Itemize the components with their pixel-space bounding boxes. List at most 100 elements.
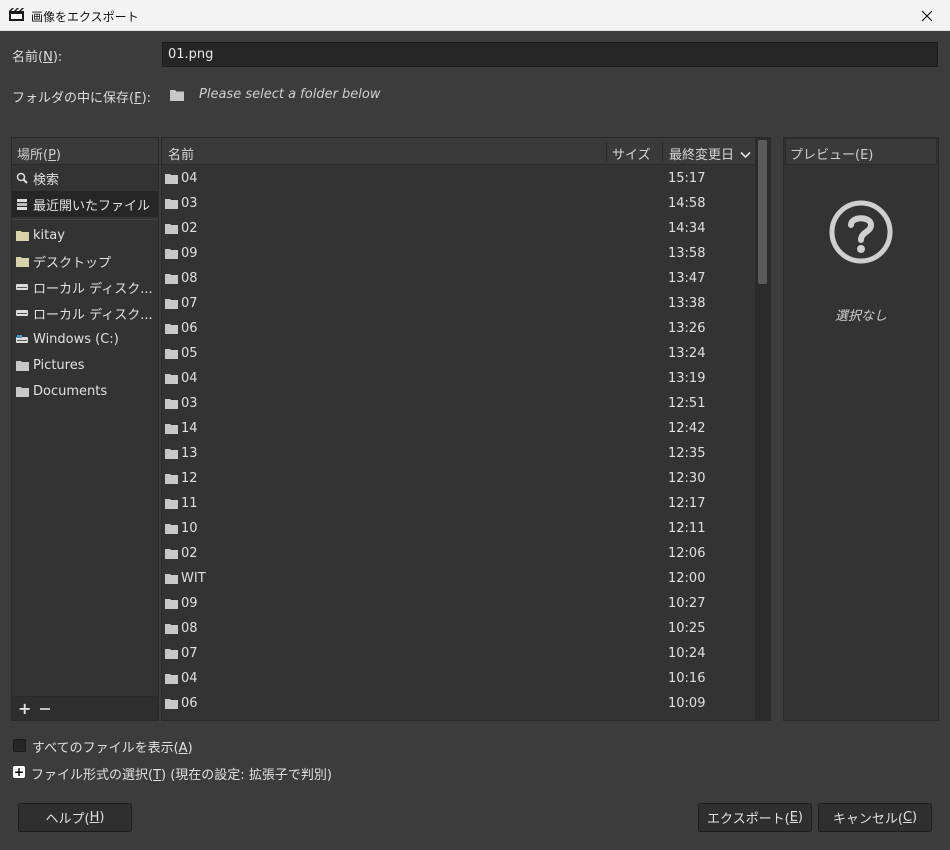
folder-placeholder: Please select a folder below (199, 87, 381, 102)
show-all-files-label[interactable]: すべてのファイルを表示(A) (32, 737, 193, 756)
folder-icon (165, 473, 178, 488)
preview-empty-text: 選択なし (834, 309, 887, 324)
close-icon[interactable] (904, 0, 950, 31)
place-pictures[interactable]: Pictures (12, 352, 158, 378)
folder-icon (165, 198, 178, 213)
folder-icon (15, 384, 29, 398)
folder-icon (165, 573, 178, 588)
export-dialog: 名前(N): フォルダの中に保存(F): Please select a fol… (0, 31, 950, 850)
export-button[interactable]: エクスポート(E) (698, 803, 812, 832)
file-name: 03 (181, 396, 198, 411)
folder-icon (165, 523, 178, 538)
file-row[interactable]: 13 12:35 (162, 442, 756, 467)
cancel-button[interactable]: キャンセル(C) (818, 803, 932, 832)
folder-icon (165, 698, 178, 713)
file-row[interactable]: 02 14:34 (162, 217, 756, 242)
filename-input[interactable] (162, 42, 938, 67)
file-name: 03 (181, 196, 198, 211)
file-name: 10 (181, 521, 198, 536)
file-row[interactable]: 09 10:27 (162, 592, 756, 617)
file-row[interactable]: 10 12:11 (162, 517, 756, 542)
folder-icon (165, 398, 178, 413)
file-modified-time: 10:16 (668, 671, 706, 686)
file-row[interactable]: 06 13:26 (162, 317, 756, 342)
folder-icon (170, 89, 184, 105)
place-search[interactable]: 検索 (12, 165, 158, 191)
add-bookmark-button[interactable]: + (18, 699, 31, 718)
file-name: 11 (181, 496, 198, 511)
file-list: 名前 サイズ 最終変更日 04 15:17 03 14:58 02 14:34 09 13:5… (161, 137, 771, 721)
file-row[interactable]: 06 10:09 (162, 692, 756, 717)
filetype-label[interactable]: ファイル形式の選択(T) (現在の設定: 拡張子で判別) (31, 764, 332, 783)
file-modified-time: 13:26 (668, 321, 706, 336)
file-modified-time: 13:19 (668, 371, 706, 386)
file-row[interactable]: 07 10:24 (162, 642, 756, 667)
file-row[interactable]: WIT 12:00 (162, 567, 756, 592)
file-modified-time: 12:42 (668, 421, 706, 436)
file-row[interactable]: 08 13:47 (162, 267, 756, 292)
place-local-disk[interactable]: ローカル ディスク... (12, 300, 158, 326)
folder-icon (165, 223, 178, 238)
file-name: 13 (181, 446, 198, 461)
windows-drive-icon (15, 332, 29, 346)
scrollbar-thumb[interactable] (758, 140, 767, 284)
folder-icon (165, 673, 178, 688)
preview-panel: プレビュー(E) 選択なし (783, 137, 939, 721)
place-documents[interactable]: Documents (12, 378, 158, 404)
file-row[interactable]: 08 10:25 (162, 617, 756, 642)
folder-icon (165, 598, 178, 613)
help-button[interactable]: ヘルプ(H) (18, 803, 132, 832)
file-modified-time: 12:30 (668, 471, 706, 486)
column-name[interactable]: 名前 (168, 144, 194, 163)
file-row[interactable]: 04 10:16 (162, 667, 756, 692)
file-name: 06 (181, 696, 198, 711)
file-row[interactable]: 04 13:19 (162, 367, 756, 392)
folder-icon (165, 548, 178, 563)
file-name: 02 (181, 546, 198, 561)
folder-icon (165, 423, 178, 438)
file-row[interactable]: 07 13:38 (162, 292, 756, 317)
place-recent[interactable]: 最近開いたファイル (12, 191, 158, 217)
file-row[interactable]: 03 12:51 (162, 392, 756, 417)
file-name: 04 (181, 371, 198, 386)
preview-header: プレビュー(E) (785, 138, 937, 165)
file-rows: 04 15:17 03 14:58 02 14:34 09 13:58 08 13:47 07 13:… (162, 167, 756, 717)
folder-icon (165, 248, 178, 263)
filetype-expander[interactable]: + (13, 766, 25, 778)
file-modified-time: 12:06 (668, 546, 706, 561)
file-name: 02 (181, 221, 198, 236)
place-local-disk[interactable]: ローカル ディスク... (12, 274, 158, 300)
file-row[interactable]: 02 12:06 (162, 542, 756, 567)
folder-icon (165, 448, 178, 463)
file-row[interactable]: 03 14:58 (162, 192, 756, 217)
minus-icon[interactable] (40, 708, 50, 710)
show-all-files-checkbox[interactable] (13, 739, 26, 752)
file-name: 09 (181, 596, 198, 611)
file-row[interactable]: 09 13:58 (162, 242, 756, 267)
place-label: 検索 (33, 172, 60, 188)
recent-icon (15, 197, 29, 211)
file-row[interactable]: 04 15:17 (162, 167, 756, 192)
file-modified-time: 14:34 (668, 221, 706, 236)
file-name: 12 (181, 471, 198, 486)
file-name: 05 (181, 346, 198, 361)
file-name: 04 (181, 671, 198, 686)
file-modified-time: 14:58 (668, 196, 706, 211)
file-name: WIT (181, 571, 206, 586)
search-icon (15, 171, 29, 185)
column-size[interactable]: サイズ (612, 144, 651, 163)
file-row[interactable]: 11 12:17 (162, 492, 756, 517)
file-row[interactable]: 14 12:42 (162, 417, 756, 442)
column-modified[interactable]: 最終変更日 (669, 144, 751, 163)
file-name: 08 (181, 621, 198, 636)
place-label: Documents (33, 383, 108, 399)
file-modified-time: 12:17 (668, 496, 706, 511)
place-windows-c[interactable]: Windows (C:) (12, 326, 158, 352)
place-desktop[interactable]: デスクトップ (12, 248, 158, 274)
file-name: 14 (181, 421, 198, 436)
file-list-scrollbar[interactable] (755, 138, 770, 720)
file-row[interactable]: 12 12:30 (162, 467, 756, 492)
file-modified-time: 10:09 (668, 696, 706, 711)
file-row[interactable]: 05 13:24 (162, 342, 756, 367)
place-home[interactable]: kitay (12, 222, 158, 248)
